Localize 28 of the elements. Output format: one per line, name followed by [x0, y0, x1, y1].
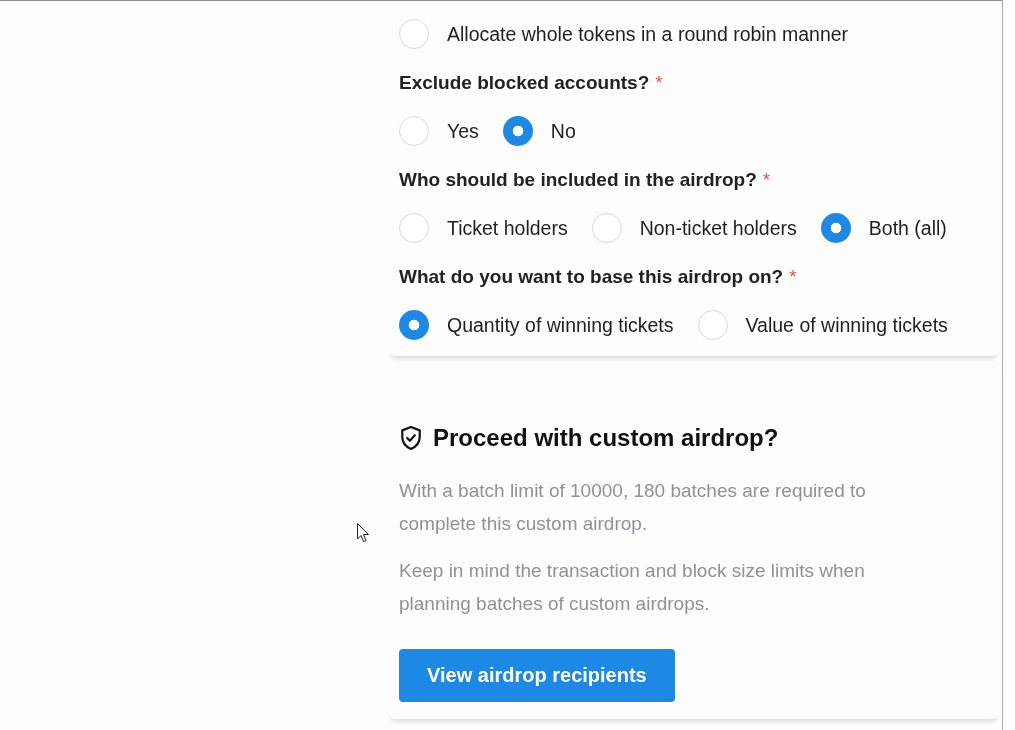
- shield-check-icon: [399, 426, 423, 450]
- required-asterisk: *: [655, 72, 663, 93]
- radio-label[interactable]: Both (all): [868, 215, 947, 241]
- required-asterisk: *: [762, 169, 771, 190]
- radio-label[interactable]: Allocate whole tokens in a round robin manner: [447, 21, 849, 47]
- radio-button[interactable]: [820, 213, 851, 243]
- required-asterisk: *: [789, 266, 797, 287]
- mouse-cursor-icon: [357, 523, 369, 542]
- radio-button[interactable]: [591, 213, 622, 243]
- radio-label[interactable]: Quantity of winning tickets: [447, 312, 674, 338]
- info-paragraph: Keep in mind the transaction and block size limits when planning batches of custom airdrops.: [399, 559, 866, 616]
- section-title: Proceed with custom airdrop?: [433, 423, 779, 453]
- question-label: What do you want to base this airdrop on?: [399, 266, 784, 287]
- question-label: Who should be included in the airdrop?: [399, 169, 757, 190]
- radio-label[interactable]: Value of winning tickets: [745, 312, 948, 338]
- radio-label[interactable]: Non-ticket holders: [639, 215, 797, 241]
- radio-label[interactable]: Ticket holders: [447, 215, 568, 241]
- radio-button[interactable]: [502, 116, 533, 146]
- question-label: Exclude blocked accounts?: [399, 72, 650, 93]
- radio-button[interactable]: [399, 116, 429, 146]
- view-recipients-button[interactable]: View airdrop recipients: [399, 649, 675, 702]
- info-paragraph: With a batch limit of 10000, 180 batches are required to complete this custom airdrop.: [399, 479, 867, 536]
- radio-button[interactable]: [399, 310, 429, 340]
- radio-button[interactable]: [399, 213, 429, 243]
- radio-label[interactable]: Yes: [447, 118, 479, 144]
- radio-button[interactable]: [399, 19, 429, 49]
- radio-button[interactable]: [697, 310, 728, 340]
- radio-label[interactable]: No: [550, 118, 576, 144]
